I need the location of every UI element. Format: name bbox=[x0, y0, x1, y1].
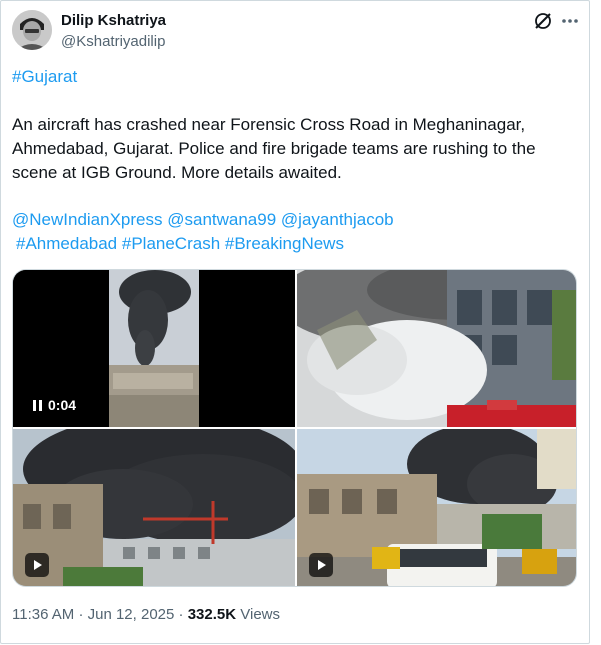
video-timestamp[interactable]: 0:04 bbox=[25, 392, 84, 418]
hashtags-line: #Ahmedabad #PlaneCrash #BreakingNews bbox=[16, 232, 344, 256]
author-handle[interactable]: @Kshatriyadilip bbox=[61, 33, 165, 50]
avatar[interactable] bbox=[12, 10, 52, 50]
author-name[interactable]: Dilip Kshatriya bbox=[61, 12, 166, 29]
hashtag-link[interactable]: #PlaneCrash bbox=[122, 234, 220, 253]
tweet-date[interactable]: Jun 12, 2025 bbox=[88, 606, 175, 623]
play-icon[interactable] bbox=[25, 553, 49, 577]
video-time-label: 0:04 bbox=[48, 397, 77, 413]
mention-link[interactable]: @santwana99 bbox=[167, 210, 276, 229]
media-grid: 0:04 bbox=[12, 269, 577, 587]
tweet-body-line: scene at IGB Ground. More details awaite… bbox=[12, 163, 342, 182]
tweet-body-line: An aircraft has crashed near Forensic Cr… bbox=[12, 115, 526, 134]
views-label: Views bbox=[240, 606, 280, 623]
grok-icon[interactable] bbox=[533, 11, 553, 31]
meta-separator: · bbox=[78, 606, 84, 623]
media-image-2[interactable] bbox=[297, 270, 576, 427]
hashtag-gujarat[interactable]: #Gujarat bbox=[12, 65, 77, 89]
mention-link[interactable]: @jayanthjacob bbox=[281, 210, 394, 229]
mention-link[interactable]: @NewIndianXpress bbox=[12, 210, 163, 229]
tweet-time[interactable]: 11:36 AM bbox=[12, 606, 74, 623]
hashtag-link[interactable]: #BreakingNews bbox=[225, 234, 344, 253]
hashtag-link[interactable]: #Ahmedabad bbox=[16, 234, 117, 253]
media-video-3[interactable] bbox=[13, 429, 295, 586]
media-video-4[interactable] bbox=[297, 429, 576, 586]
more-options-icon[interactable] bbox=[559, 11, 581, 31]
views-count: 332.5K bbox=[187, 606, 237, 623]
play-icon[interactable] bbox=[309, 553, 333, 577]
tweet-card: Dilip Kshatriya @Kshatriyadilip #Gujarat… bbox=[0, 0, 590, 644]
tweet-meta: 11:36 AM · Jun 12, 2025 · 332.5K Views bbox=[12, 606, 280, 623]
meta-separator: · bbox=[178, 606, 184, 623]
tweet-body-line: Ahmedabad, Gujarat. Police and fire brig… bbox=[12, 139, 536, 158]
media-video-1[interactable]: 0:04 bbox=[13, 270, 295, 427]
mentions-line: @NewIndianXpress @santwana99 @jayanthjac… bbox=[12, 208, 394, 232]
pause-icon[interactable] bbox=[33, 399, 42, 411]
